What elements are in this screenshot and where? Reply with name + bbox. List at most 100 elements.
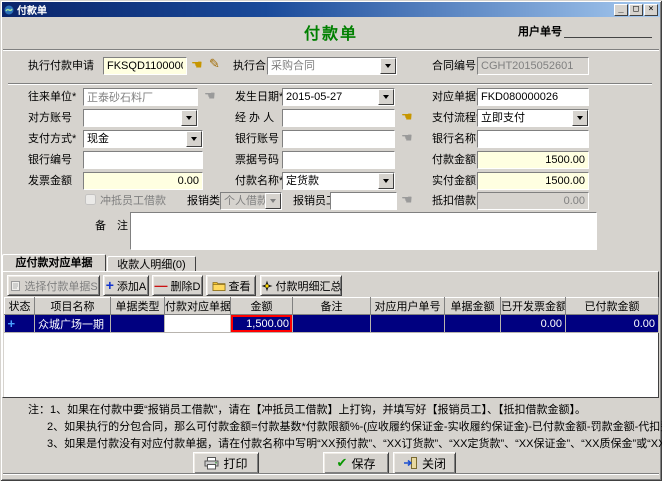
exec-payment-request-label: 执行付款申请: [28, 58, 94, 74]
column-header[interactable]: 已开发票金额: [501, 298, 566, 315]
delete-button[interactable]: — 删除D: [152, 275, 203, 296]
payment-detail-summary-button[interactable]: 付款明细汇总: [260, 275, 342, 296]
chevron-down-icon[interactable]: [378, 173, 394, 189]
payment-flow-dropdown[interactable]: 立即支付: [477, 109, 589, 127]
payable-docs-table: 状态 项目名称 单据类型 付款对应单据 金额 备注 对应用户单号 单据金额 已开…: [4, 297, 659, 333]
chevron-down-icon[interactable]: [378, 89, 394, 105]
bill-no-input[interactable]: [282, 151, 395, 169]
bill-no-label: 票据号码: [235, 152, 279, 168]
payment-method-dropdown[interactable]: 现金: [83, 130, 203, 148]
bank-code-label: 银行编号: [28, 152, 72, 168]
column-header[interactable]: 金额: [231, 298, 293, 315]
reimburse-employee-input[interactable]: [330, 192, 397, 210]
summary-icon: [261, 280, 273, 292]
payment-name-label: 付款名称*: [235, 173, 283, 189]
counterpart-account-dropdown[interactable]: [83, 109, 198, 127]
row-status-plus-icon: +: [8, 316, 16, 331]
close-button[interactable]: ×: [644, 4, 658, 16]
doc-type-cell[interactable]: [111, 315, 165, 333]
partner-unit-input: [83, 88, 198, 106]
paid-amount-cell[interactable]: 0.00: [566, 315, 659, 333]
view-label: 查看: [229, 278, 251, 294]
edit-request-pen-icon[interactable]: ✎: [209, 56, 220, 72]
payment-flow-value: 立即支付: [478, 110, 572, 126]
invoice-amount-label: 发票金额: [28, 173, 72, 189]
reimburse-employee-hand-icon: ☚: [401, 192, 413, 208]
payment-detail-summary-label: 付款明细汇总: [276, 278, 342, 294]
column-header[interactable]: 状态: [5, 298, 35, 315]
pay-doc-cell[interactable]: [165, 315, 231, 333]
table-row[interactable]: + 众城广场一期 1,500.00 0.00 0.00: [5, 315, 659, 333]
column-header[interactable]: 单据类型: [111, 298, 165, 315]
add-button[interactable]: + 添加A: [103, 275, 149, 296]
partner-unit-label: 往来单位*: [28, 89, 76, 105]
folder-icon: [212, 280, 226, 291]
column-header[interactable]: 单据金额: [445, 298, 501, 315]
chevron-down-icon[interactable]: [572, 110, 588, 126]
payment-method-label: 支付方式*: [28, 131, 76, 147]
lookup-request-hand-icon[interactable]: ☚: [191, 57, 203, 73]
chevron-down-icon[interactable]: [380, 58, 396, 74]
remark-cell[interactable]: [293, 315, 371, 333]
print-button[interactable]: 打印: [193, 452, 259, 474]
maximize-button[interactable]: □: [629, 4, 643, 16]
payment-method-value: 现金: [84, 131, 186, 147]
minus-icon: —: [155, 280, 168, 291]
contract-no-input: [477, 57, 589, 75]
project-name-cell[interactable]: 众城广场一期: [35, 315, 111, 333]
bank-name-input[interactable]: [477, 130, 589, 148]
close-form-button[interactable]: 关闭: [393, 452, 456, 474]
tab-payee-detail[interactable]: 收款人明细(0): [107, 256, 196, 272]
remark-label: 备 注: [95, 218, 128, 234]
payment-order-window: 付款单 _ □ × 付款单 用户单号 执行付款申请 ☚ ✎ 执行合同 采购合同 …: [0, 0, 662, 481]
chevron-down-icon[interactable]: [181, 110, 197, 126]
amount-cell[interactable]: 1,500.00: [231, 315, 293, 333]
chevron-down-icon[interactable]: [186, 131, 202, 147]
user-doc-no-cell[interactable]: [371, 315, 445, 333]
deduct-loan-label: 抵扣借款: [432, 193, 476, 209]
invoiced-amount-cell[interactable]: 0.00: [501, 315, 566, 333]
column-header[interactable]: 已付款金额: [566, 298, 659, 315]
bank-code-input[interactable]: [83, 151, 203, 169]
exec-contract-dropdown[interactable]: 采购合同: [267, 57, 397, 75]
offset-employee-loan-checkbox: [85, 194, 96, 205]
handler-input[interactable]: [282, 109, 395, 127]
doc-amount-cell[interactable]: [445, 315, 501, 333]
bank-account-input[interactable]: [282, 130, 395, 148]
user-doc-no-label: 用户单号: [518, 24, 562, 40]
reimburse-type-value: 个人借款: [221, 193, 265, 209]
bank-name-label: 银行名称: [432, 131, 476, 147]
handler-hand-icon[interactable]: ☚: [401, 109, 413, 125]
corresponding-doc-input[interactable]: [477, 88, 589, 106]
exec-payment-request-input[interactable]: [103, 57, 187, 75]
add-label: 添加A: [117, 278, 146, 294]
actual-amount-label: 实付金额: [432, 173, 476, 189]
payment-name-dropdown[interactable]: 定货款: [282, 172, 395, 190]
footer-divider: [3, 473, 659, 475]
column-header[interactable]: 项目名称: [35, 298, 111, 315]
select-payment-doc-label: 选择付款单据S: [24, 278, 97, 294]
note-line-2: 2、如果执行的分包合同，那么可付款金额=付款基数*付款限额%-(应收履约保证金-…: [47, 418, 662, 434]
corresponding-doc-label: 对应单据*: [432, 89, 480, 105]
reimburse-type-dropdown: 个人借款: [220, 192, 282, 210]
exit-door-icon: [403, 457, 418, 469]
check-icon: ✔: [337, 455, 348, 471]
counterpart-account-label: 对方账号: [28, 110, 72, 126]
delete-label: 删除D: [171, 278, 201, 294]
column-header[interactable]: 对应用户单号: [371, 298, 445, 315]
actual-amount-input[interactable]: [477, 172, 589, 190]
save-button[interactable]: ✔ 保存: [323, 452, 389, 474]
tab-payable-docs[interactable]: 应付款对应单据: [2, 254, 106, 272]
column-header[interactable]: 付款对应单据: [165, 298, 231, 315]
occur-date-dropdown[interactable]: 2015-05-27: [282, 88, 395, 106]
minimize-button[interactable]: _: [614, 4, 628, 16]
user-doc-no-line: [564, 37, 652, 38]
invoice-amount-input[interactable]: [83, 172, 203, 190]
payment-amount-input[interactable]: [477, 151, 589, 169]
bank-account-hand-icon: ☚: [401, 130, 413, 146]
save-label: 保存: [351, 455, 375, 472]
note-line-3: 3、如果是付款没有对应付款单据，请在付款名称中写明“XX预付款”、“XX订货款”…: [47, 435, 662, 451]
column-header[interactable]: 备注: [293, 298, 371, 315]
view-button[interactable]: 查看: [206, 275, 256, 296]
remark-textarea[interactable]: [130, 212, 597, 250]
